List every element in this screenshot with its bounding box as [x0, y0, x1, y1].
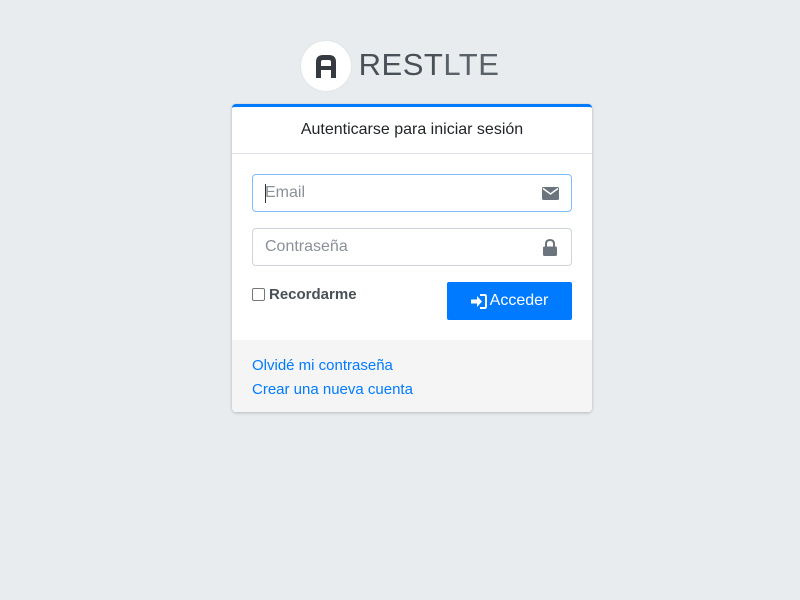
brand-name-light: LTE: [443, 46, 500, 82]
login-button[interactable]: Acceder: [447, 282, 572, 320]
app-logo: RESTLTE: [0, 40, 800, 92]
email-input-group: [252, 174, 572, 212]
checkbox-box[interactable]: [252, 288, 265, 301]
forgot-password-link[interactable]: Olvidé mi contraseña: [252, 354, 572, 378]
remember-me-label: Recordarme: [269, 286, 357, 303]
login-title: Autenticarse para iniciar sesión: [300, 121, 524, 138]
password-input-group: [252, 228, 572, 266]
brand-name: RESTLTE: [359, 49, 500, 80]
envelope-icon: [541, 185, 559, 201]
form-actions: Recordarme Acceder: [252, 282, 572, 320]
login-button-label: Acceder: [489, 292, 549, 309]
lock-icon: [541, 238, 559, 256]
login-card-footer: Olvidé mi contraseña Crear una nueva cue…: [232, 340, 592, 412]
sign-in-icon: [470, 293, 487, 309]
login-card-header: Autenticarse para iniciar sesión: [232, 107, 592, 154]
letter-a-logo-icon: [300, 41, 351, 91]
text-cursor: [265, 184, 266, 203]
login-form: Recordarme Acceder: [232, 154, 592, 340]
remember-me-checkbox[interactable]: Recordarme: [252, 286, 357, 303]
email-input[interactable]: [253, 175, 533, 211]
password-input[interactable]: [253, 229, 533, 265]
register-link[interactable]: Crear una nueva cuenta: [252, 378, 572, 402]
brand-name-bold: REST: [358, 46, 444, 82]
login-card: Autenticarse para iniciar sesión Email R…: [232, 104, 592, 412]
